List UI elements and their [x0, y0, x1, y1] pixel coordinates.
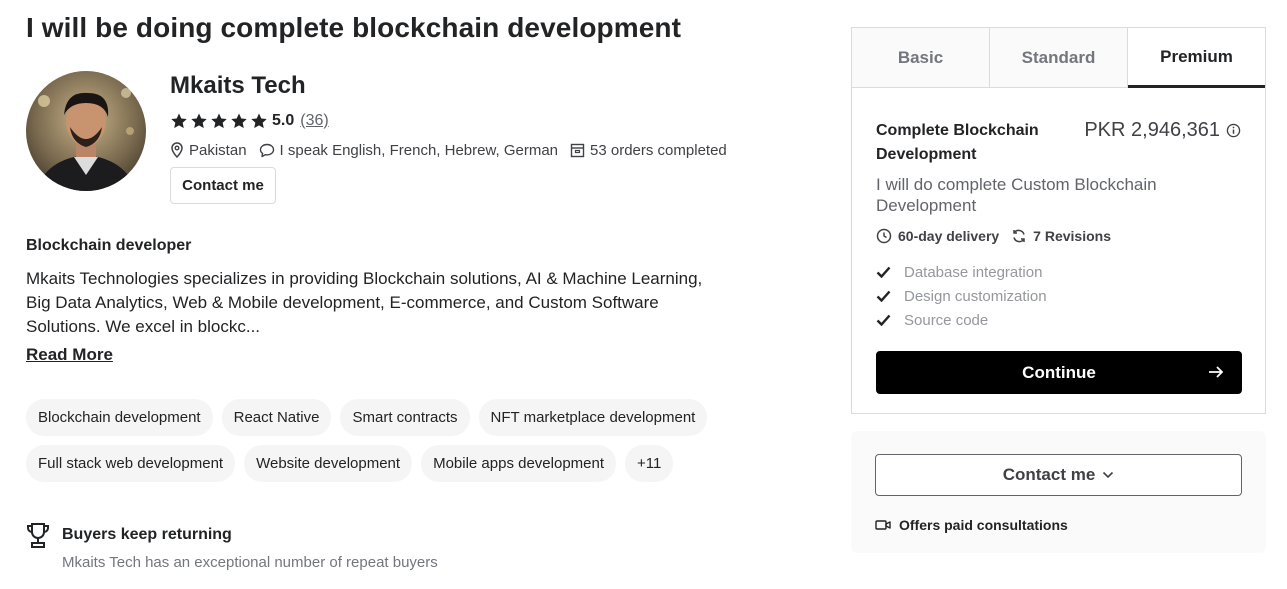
delivery-text: 60-day delivery: [898, 228, 1000, 244]
star-icon: [211, 113, 227, 129]
feature-item: Database integration: [876, 260, 1047, 284]
seller-avatar[interactable]: [26, 71, 146, 191]
clock-icon: [876, 228, 892, 244]
chevron-down-icon: [1103, 471, 1114, 479]
seller-meta: Pakistan I speak English, French, Hebrew…: [170, 140, 739, 160]
orders-text: 53 orders completed: [590, 141, 727, 159]
feature-label: Design customization: [904, 287, 1047, 305]
skill-tag[interactable]: Blockchain development: [26, 399, 213, 436]
trophy-icon: [27, 523, 49, 548]
more-tags-button[interactable]: +11: [625, 445, 674, 482]
feature-item: Design customization: [876, 284, 1047, 308]
rating-stars: [170, 112, 268, 130]
refresh-icon: [1013, 229, 1025, 243]
contact-me-label: Contact me: [1002, 465, 1096, 484]
location-pin-icon: [171, 142, 183, 158]
rating-count-link[interactable]: (36): [300, 112, 328, 130]
seller-orders: 53 orders completed: [570, 142, 727, 159]
gig-title: I will be doing complete blockchain deve…: [26, 12, 682, 43]
package-price-row: PKR 2,946,361: [1084, 119, 1241, 142]
orders-box-icon: [570, 143, 585, 157]
contact-panel: Contact me Offers paid consultations: [851, 431, 1266, 553]
contact-me-button[interactable]: Contact me: [170, 167, 276, 204]
check-icon: [876, 266, 891, 278]
package-name: Complete Blockchain Development: [876, 122, 1039, 163]
tab-basic[interactable]: Basic: [852, 28, 990, 87]
tab-standard[interactable]: Standard: [990, 28, 1128, 87]
location-text: Pakistan: [189, 141, 247, 159]
package-price: PKR 2,946,361: [1084, 119, 1220, 141]
feature-label: Database integration: [904, 263, 1043, 281]
package-features: Database integration Design customizatio…: [876, 260, 1047, 332]
skill-tags: Blockchain development React Native Smar…: [26, 399, 746, 482]
arrow-right-icon: [1209, 366, 1224, 378]
feature-item: Source code: [876, 308, 1047, 332]
skill-tag[interactable]: React Native: [221, 399, 332, 436]
info-icon[interactable]: [1226, 123, 1241, 138]
contact-me-dropdown-button[interactable]: Contact me: [875, 454, 1242, 496]
tab-premium[interactable]: Premium: [1128, 28, 1265, 88]
about-description: Mkaits Technologies specializes in provi…: [26, 269, 703, 336]
star-icon: [191, 113, 207, 129]
star-icon: [171, 113, 187, 129]
consultation-text: Offers paid consultations: [899, 517, 1068, 533]
star-icon: [251, 113, 267, 129]
delivery-time: 60-day delivery: [876, 228, 999, 244]
package-panel: Basic Standard Premium Complete Blockcha…: [851, 27, 1266, 414]
package-meta: 60-day delivery 7 Revisions: [876, 228, 1123, 244]
languages-text: I speak English, French, Hebrew, German: [279, 141, 559, 159]
rating-row: 5.0 (36): [170, 110, 329, 132]
rating-score: 5.0: [272, 112, 295, 129]
star-icon: [231, 113, 247, 129]
feature-label: Source code: [904, 311, 989, 329]
continue-label: Continue: [1022, 362, 1096, 382]
check-icon: [876, 314, 891, 326]
check-icon: [876, 290, 891, 302]
skill-tag[interactable]: Website development: [244, 445, 413, 482]
package-description: I will do complete Custom Blockchain Dev…: [876, 175, 1157, 215]
read-more-link[interactable]: Read More: [26, 345, 113, 365]
speech-bubble-icon: [259, 143, 274, 157]
skill-tag[interactable]: NFT marketplace development: [478, 399, 708, 436]
seller-name[interactable]: Mkaits Tech: [170, 72, 306, 100]
skill-tag[interactable]: Mobile apps development: [421, 445, 617, 482]
about-heading: Blockchain developer: [26, 237, 192, 254]
revisions-text: 7 Revisions: [1033, 228, 1111, 244]
seller-location: Pakistan: [170, 142, 247, 159]
buyers-subtitle: Mkaits Tech has an exceptional number of…: [62, 554, 438, 571]
package-tabs: Basic Standard Premium: [852, 28, 1265, 88]
skill-tag[interactable]: Full stack web development: [26, 445, 236, 482]
buyers-title: Buyers keep returning: [62, 526, 232, 543]
revisions: 7 Revisions: [1011, 228, 1111, 244]
video-camera-icon: [875, 520, 891, 530]
continue-button[interactable]: Continue: [876, 351, 1242, 394]
seller-languages: I speak English, French, Hebrew, German: [259, 142, 558, 159]
skill-tag[interactable]: Smart contracts: [340, 399, 470, 436]
paid-consultations: Offers paid consultations: [875, 517, 1068, 533]
